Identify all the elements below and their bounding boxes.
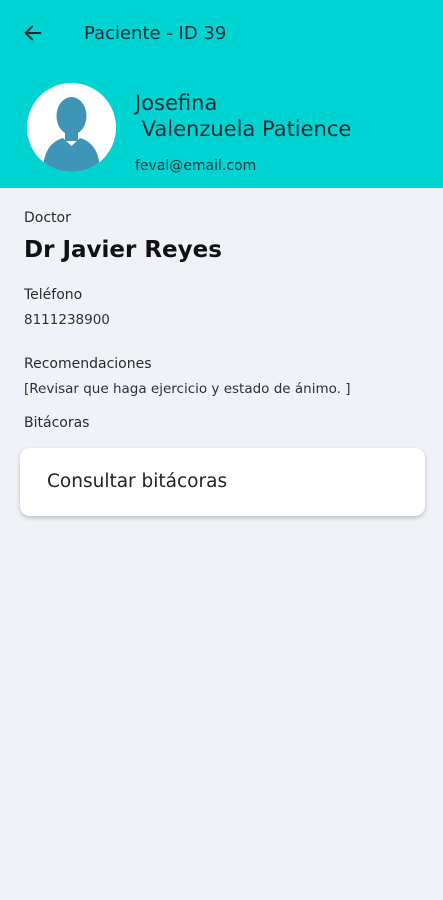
phone-label: Teléfono xyxy=(24,287,83,303)
user-avatar-icon xyxy=(27,83,116,172)
recommendations-label: Recomendaciones xyxy=(24,356,152,372)
recommendations-value: [Revisar que haga ejercicio y estado de … xyxy=(24,381,351,397)
page-title: Paciente - ID 39 xyxy=(84,23,227,44)
doctor-name: Dr Javier Reyes xyxy=(24,237,222,263)
patient-avatar xyxy=(27,83,116,172)
consult-logs-button[interactable]: Consultar bitácoras xyxy=(20,448,425,516)
app-header: Paciente - ID 39 Josefina Valenzuela Pat… xyxy=(0,0,443,188)
phone-value: 8111238900 xyxy=(24,312,110,328)
back-button[interactable] xyxy=(18,18,48,48)
consult-logs-label: Consultar bitácoras xyxy=(47,471,228,492)
patient-name: Josefina Valenzuela Patience xyxy=(135,91,352,141)
doctor-label: Doctor xyxy=(24,210,71,226)
patient-email: feval@email.com xyxy=(135,158,257,174)
arrow-left-icon xyxy=(22,22,44,44)
logs-label: Bitácoras xyxy=(24,415,90,431)
